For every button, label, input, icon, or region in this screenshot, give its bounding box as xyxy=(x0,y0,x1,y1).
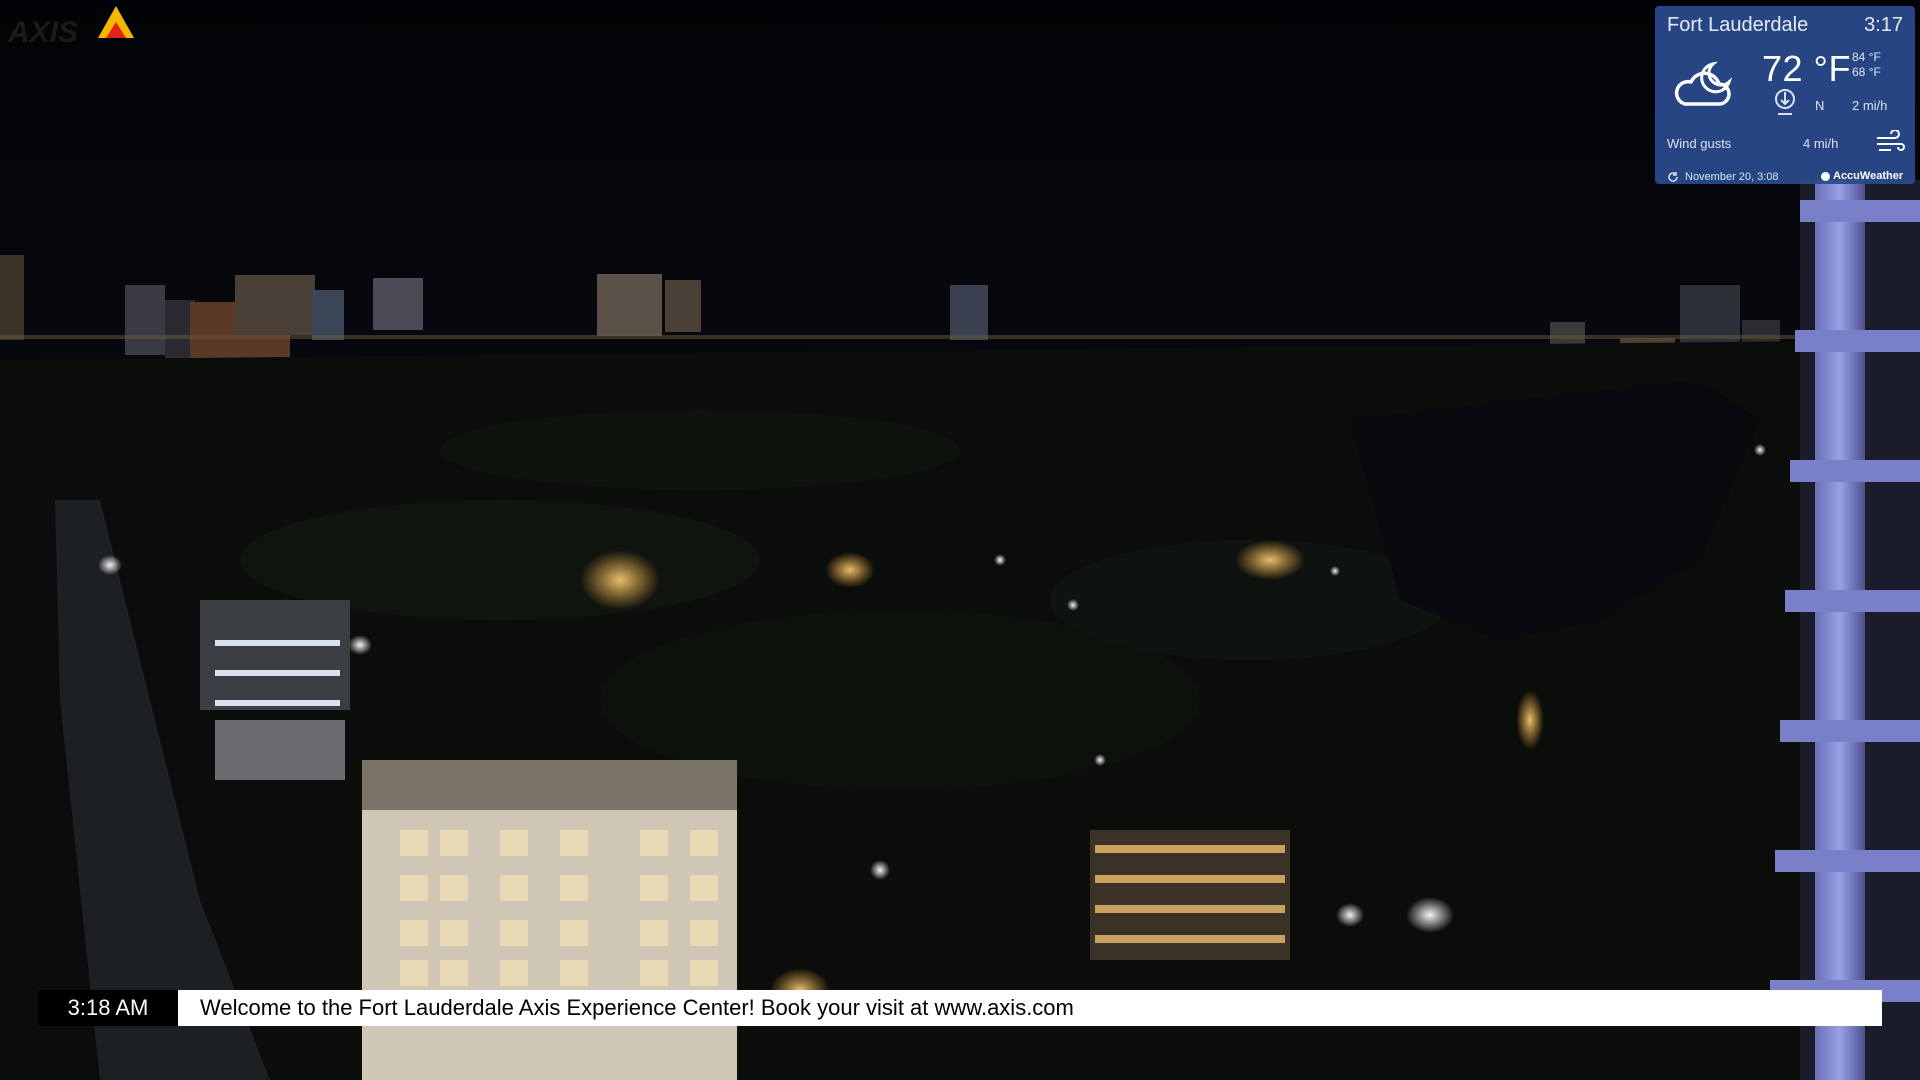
camera-feed xyxy=(0,0,1920,1080)
wind-gusts-icon xyxy=(1877,130,1905,151)
ticker-message: Welcome to the Fort Lauderdale Axis Expe… xyxy=(200,995,1074,1020)
axis-logo: AXIS xyxy=(7,6,134,49)
weather-temperature: 72 °F xyxy=(1762,48,1851,89)
accuweather-sun-icon xyxy=(1821,172,1830,181)
hotel-building xyxy=(1090,830,1290,960)
weather-time: 3:17 xyxy=(1864,14,1903,36)
weather-high: 84 °F xyxy=(1852,50,1881,64)
ticker-bar: 3:18 AM Welcome to the Fort Lauderdale A… xyxy=(38,990,1882,1026)
weather-widget: Fort Lauderdale 3:17 72 °F 84 °F 68 °F N… xyxy=(1655,6,1915,184)
wind-gusts-label: Wind gusts xyxy=(1667,136,1732,151)
wind-direction: N xyxy=(1815,98,1825,113)
apartment-building xyxy=(362,760,737,1080)
refresh-icon[interactable] xyxy=(1667,171,1679,183)
partly-cloudy-night-icon xyxy=(1674,61,1733,106)
weather-provider: AccuWeather xyxy=(1833,170,1904,182)
wind-gusts-value: 4 mi/h xyxy=(1803,136,1839,151)
wind-direction-icon xyxy=(1775,89,1795,115)
weather-updated-time: November 20, 3:08 xyxy=(1685,171,1779,183)
wind-speed: 2 mi/h xyxy=(1852,98,1888,113)
office-building xyxy=(200,600,350,780)
weather-low: 68 °F xyxy=(1852,65,1881,79)
ticker-clock: 3:18 AM xyxy=(38,990,178,1026)
weather-city: Fort Lauderdale xyxy=(1667,14,1809,36)
axis-logo-text: AXIS xyxy=(7,16,78,49)
